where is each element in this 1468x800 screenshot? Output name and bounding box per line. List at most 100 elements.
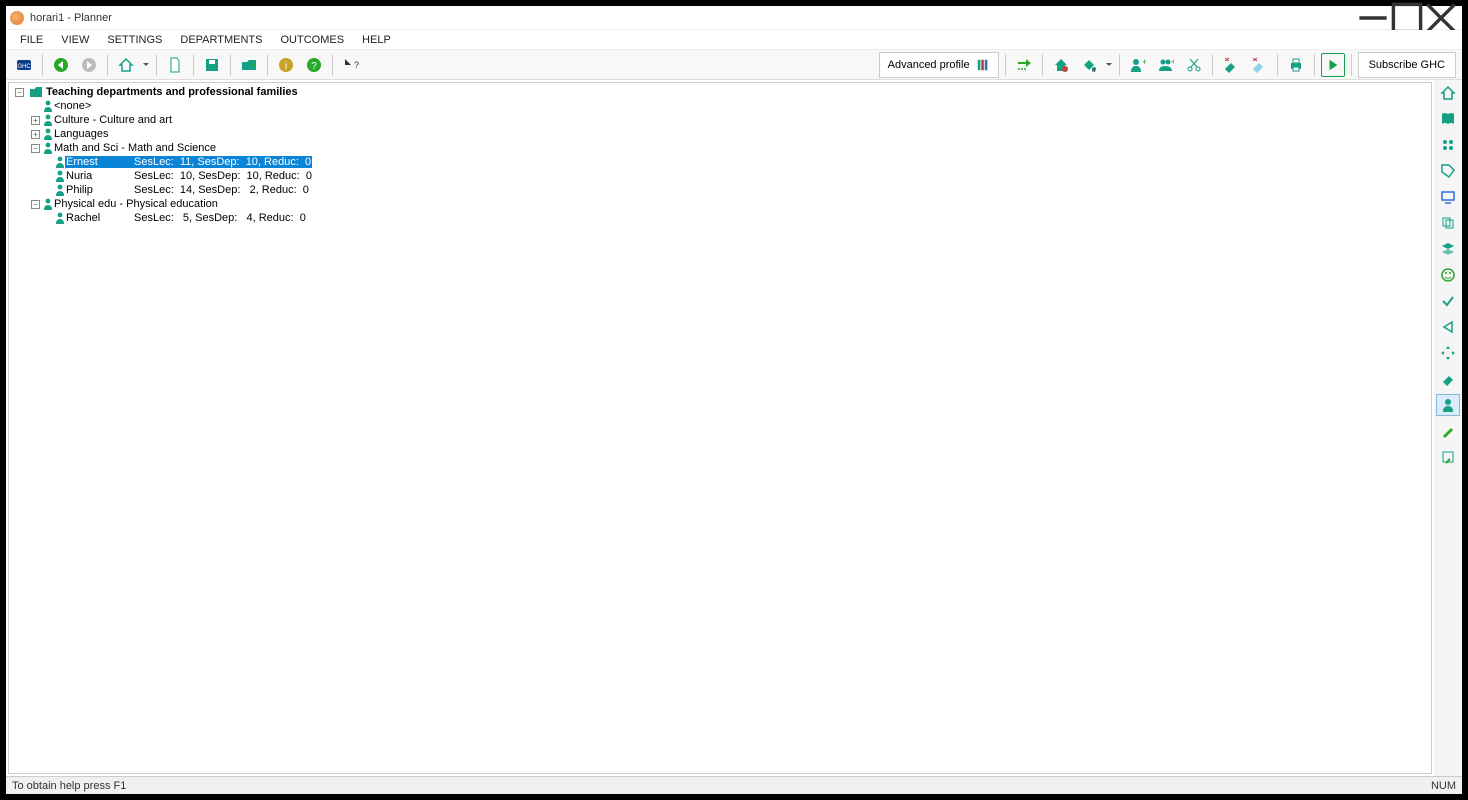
info-button[interactable]: i bbox=[274, 53, 298, 77]
paint-dropdown[interactable] bbox=[1105, 53, 1113, 77]
none-label: <none> bbox=[53, 100, 92, 112]
tree-view[interactable]: − Teaching departments and professional … bbox=[8, 82, 1432, 774]
nuria-name: Nuria bbox=[66, 170, 130, 182]
physed-label: Physical edu - Physical education bbox=[53, 198, 219, 210]
side-tag-icon[interactable] bbox=[1436, 160, 1460, 182]
menu-outcomes[interactable]: OUTCOMES bbox=[272, 32, 352, 48]
tree-teacher-philip[interactable]: Philip SesLec: 14, SesDep: 2, Reduc: 0 bbox=[11, 183, 1429, 197]
languages-label: Languages bbox=[53, 128, 109, 140]
window-title: horari1 - Planner bbox=[30, 12, 112, 24]
person-icon bbox=[55, 212, 65, 224]
tree-teacher-ernest[interactable]: Ernest SesLec: 11, SesDep: 10, Reduc: 0 bbox=[11, 155, 1429, 169]
person-icon bbox=[43, 128, 53, 140]
side-monitor-icon[interactable] bbox=[1436, 186, 1460, 208]
side-back-icon[interactable] bbox=[1436, 316, 1460, 338]
rachel-name: Rachel bbox=[66, 212, 130, 224]
ernest-name: Ernest bbox=[66, 156, 130, 168]
transfer-icon[interactable] bbox=[1012, 53, 1036, 77]
tree-teacher-nuria[interactable]: NuriaSesLec: 10, SesDep: 10, Reduc: 0 bbox=[11, 169, 1429, 183]
paint-bucket-icon[interactable]: a bbox=[1077, 53, 1101, 77]
person-icon bbox=[55, 170, 65, 182]
side-smiley-icon[interactable] bbox=[1436, 264, 1460, 286]
maximize-button[interactable] bbox=[1390, 7, 1424, 29]
side-eraser-icon[interactable] bbox=[1436, 368, 1460, 390]
expand-icon[interactable]: + bbox=[31, 130, 40, 139]
run-button[interactable] bbox=[1321, 53, 1345, 77]
tree-node-mathsci[interactable]: − Math and Sci - Math and Science bbox=[11, 141, 1429, 155]
new-file-button[interactable] bbox=[163, 53, 187, 77]
rachel-stats: SesLec: 5, SesDep: 4, Reduc: 0 bbox=[134, 212, 306, 224]
person-icon bbox=[55, 156, 65, 168]
cut-icon[interactable] bbox=[1182, 53, 1206, 77]
expand-icon[interactable]: + bbox=[31, 116, 40, 125]
menu-help[interactable]: HELP bbox=[354, 32, 399, 48]
tree-node-none[interactable]: <none> bbox=[11, 99, 1429, 113]
philip-stats: SesLec: 14, SesDep: 2, Reduc: 0 bbox=[134, 184, 309, 196]
side-group-icon[interactable] bbox=[1436, 134, 1460, 156]
svg-text:+: + bbox=[1142, 57, 1146, 67]
collapse-icon[interactable]: − bbox=[31, 200, 40, 209]
side-books-icon[interactable] bbox=[1436, 108, 1460, 130]
status-num: NUM bbox=[1431, 780, 1456, 792]
title-bar: horari1 - Planner bbox=[6, 6, 1462, 30]
advanced-profile-label: Advanced profile bbox=[888, 59, 970, 71]
philip-name: Philip bbox=[66, 184, 130, 196]
add-person-icon[interactable]: + bbox=[1126, 53, 1150, 77]
status-bar: To obtain help press F1 NUM bbox=[6, 776, 1462, 794]
home-button[interactable] bbox=[114, 53, 138, 77]
root-label: Teaching departments and professional fa… bbox=[45, 86, 299, 98]
paint-home-icon[interactable] bbox=[1049, 53, 1073, 77]
collapse-icon[interactable]: − bbox=[15, 88, 24, 97]
mathsci-label: Math and Sci - Math and Science bbox=[53, 142, 217, 154]
person-icon bbox=[43, 142, 53, 154]
person-icon bbox=[43, 198, 53, 210]
side-note-icon[interactable] bbox=[1436, 446, 1460, 468]
menu-departments[interactable]: DEPARTMENTS bbox=[172, 32, 270, 48]
open-button[interactable] bbox=[237, 53, 261, 77]
tree-root[interactable]: − Teaching departments and professional … bbox=[11, 85, 1429, 99]
subscribe-label: Subscribe GHC bbox=[1369, 59, 1445, 71]
menu-view[interactable]: VIEW bbox=[53, 32, 97, 48]
person-icon bbox=[55, 184, 65, 196]
tree-node-languages[interactable]: + Languages bbox=[11, 127, 1429, 141]
svg-text:?: ? bbox=[311, 61, 317, 72]
context-help-button[interactable]: ? bbox=[339, 53, 363, 77]
advanced-profile-button[interactable]: Advanced profile bbox=[879, 52, 999, 78]
subscribe-button[interactable]: Subscribe GHC bbox=[1358, 52, 1456, 78]
culture-label: Culture - Culture and art bbox=[53, 114, 173, 126]
side-home-icon[interactable] bbox=[1436, 82, 1460, 104]
status-help-text: To obtain help press F1 bbox=[12, 780, 126, 792]
app-icon bbox=[10, 11, 24, 25]
side-layer-icon[interactable] bbox=[1436, 238, 1460, 260]
forward-button[interactable] bbox=[77, 53, 101, 77]
eraser1-icon[interactable] bbox=[1219, 53, 1243, 77]
collapse-icon[interactable]: − bbox=[31, 144, 40, 153]
help-button[interactable]: ? bbox=[302, 53, 326, 77]
tree-node-physed[interactable]: − Physical edu - Physical education bbox=[11, 197, 1429, 211]
home-dropdown[interactable] bbox=[142, 53, 150, 77]
save-button[interactable] bbox=[200, 53, 224, 77]
side-move-icon[interactable] bbox=[1436, 342, 1460, 364]
side-toolbar bbox=[1434, 80, 1462, 776]
app-window: horari1 - Planner FILE VIEW SETTINGS DEP… bbox=[6, 6, 1462, 794]
close-button[interactable] bbox=[1424, 7, 1458, 29]
add-group-icon[interactable]: + bbox=[1154, 53, 1178, 77]
minimize-button[interactable] bbox=[1356, 7, 1390, 29]
menu-settings[interactable]: SETTINGS bbox=[99, 32, 170, 48]
ernest-stats: SesLec: 11, SesDep: 10, Reduc: 0 bbox=[134, 156, 311, 168]
books-icon bbox=[976, 58, 990, 72]
side-person-icon[interactable] bbox=[1436, 394, 1460, 416]
svg-text:?: ? bbox=[354, 60, 359, 70]
tree-teacher-rachel[interactable]: Rachel SesLec: 5, SesDep: 4, Reduc: 0 bbox=[11, 211, 1429, 225]
side-check-icon[interactable] bbox=[1436, 290, 1460, 312]
menu-bar: FILE VIEW SETTINGS DEPARTMENTS OUTCOMES … bbox=[6, 30, 1462, 50]
tree-node-culture[interactable]: + Culture - Culture and art bbox=[11, 113, 1429, 127]
eraser2-icon[interactable] bbox=[1247, 53, 1271, 77]
back-button[interactable] bbox=[49, 53, 73, 77]
side-pencil-icon[interactable] bbox=[1436, 420, 1460, 442]
menu-file[interactable]: FILE bbox=[12, 32, 51, 48]
print-icon[interactable] bbox=[1284, 53, 1308, 77]
ghc-icon[interactable]: GHC bbox=[12, 53, 36, 77]
side-copy-icon[interactable] bbox=[1436, 212, 1460, 234]
svg-text:GHC: GHC bbox=[17, 64, 31, 70]
